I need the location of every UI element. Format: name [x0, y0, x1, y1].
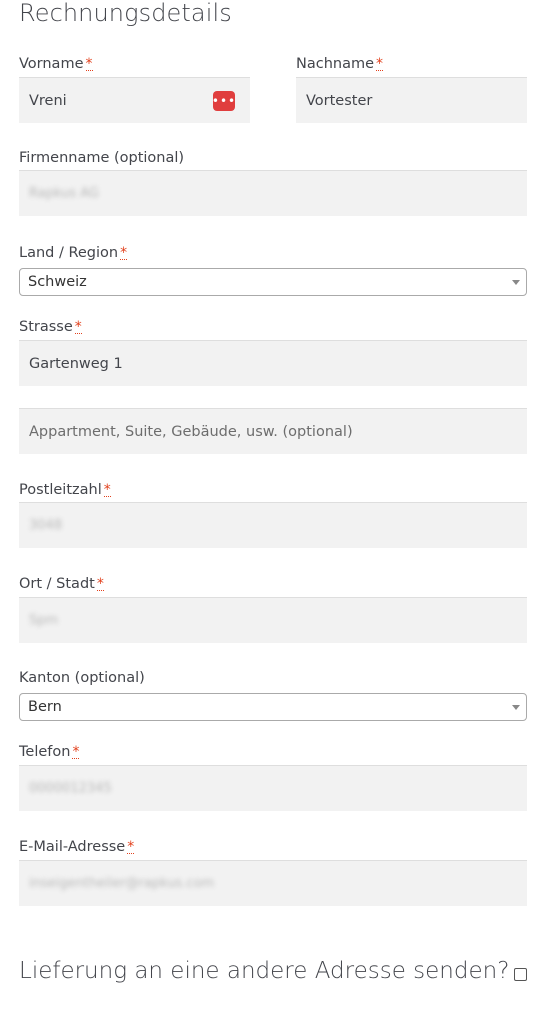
ship-to-different-address-checkbox[interactable]: [514, 968, 527, 981]
email-label-text: E-Mail-Adresse: [19, 839, 126, 855]
first-name-field[interactable]: Vreni •••: [19, 77, 250, 123]
state-label: Kanton (optional): [19, 670, 145, 686]
ship-to-different-address-label[interactable]: Lieferung an eine andere Adresse senden?: [19, 958, 509, 984]
street-field[interactable]: Gartenweg 1: [19, 340, 527, 386]
required-marker: *: [120, 245, 128, 261]
first-name-label-text: Vorname: [19, 56, 84, 72]
email-field[interactable]: inseigentheiler@rapkus.com: [19, 860, 527, 906]
country-select[interactable]: Schweiz: [19, 268, 527, 296]
email-label: E-Mail-Adresse *: [19, 838, 135, 856]
phone-field[interactable]: 0000012345: [19, 765, 527, 811]
street-line2-placeholder: Appartment, Suite, Gebäude, usw. (option…: [29, 423, 353, 440]
street-value: Gartenweg 1: [29, 355, 123, 372]
company-field[interactable]: Rapkus AG: [19, 170, 527, 216]
phone-value: 0000012345: [29, 781, 112, 796]
phone-label: Telefon *: [19, 743, 80, 761]
company-value: Rapkus AG: [29, 186, 99, 201]
required-marker: *: [127, 839, 135, 855]
chevron-down-icon: [512, 280, 520, 285]
required-marker: *: [74, 319, 82, 335]
country-label: Land / Region *: [19, 244, 128, 262]
city-field[interactable]: Spm: [19, 597, 527, 643]
state-value: Bern: [28, 699, 62, 715]
first-name-value: Vreni: [29, 92, 67, 109]
required-marker: *: [72, 744, 80, 760]
last-name-label: Nachname *: [296, 55, 384, 73]
first-name-label: Vorname *: [19, 55, 93, 73]
last-name-label-text: Nachname: [296, 56, 375, 72]
postcode-field[interactable]: 3048: [19, 502, 527, 548]
required-marker: *: [96, 576, 104, 592]
city-label-text: Ort / Stadt: [19, 576, 95, 592]
street-line2-field[interactable]: Appartment, Suite, Gebäude, usw. (option…: [19, 408, 527, 454]
street-label-text: Strasse: [19, 319, 73, 335]
country-label-text: Land / Region: [19, 245, 119, 261]
state-select[interactable]: Bern: [19, 693, 527, 721]
postcode-value: 3048: [29, 518, 63, 533]
city-label: Ort / Stadt *: [19, 575, 104, 593]
chevron-down-icon: [512, 705, 520, 710]
required-marker: *: [85, 56, 93, 72]
email-value: inseigentheiler@rapkus.com: [29, 876, 215, 891]
last-name-value: Vortester: [306, 92, 373, 109]
page-title: Rechnungsdetails: [19, 0, 232, 27]
city-value: Spm: [29, 613, 59, 628]
country-value: Schweiz: [28, 274, 87, 290]
company-label: Firmenname (optional): [19, 150, 185, 166]
postcode-label-text: Postleitzahl: [19, 482, 102, 498]
last-name-field[interactable]: Vortester: [296, 77, 527, 123]
password-manager-icon[interactable]: •••: [212, 91, 235, 111]
required-marker: *: [103, 482, 111, 498]
postcode-label: Postleitzahl *: [19, 481, 111, 499]
phone-label-text: Telefon: [19, 744, 71, 760]
street-label: Strasse *: [19, 318, 82, 336]
required-marker: *: [376, 56, 384, 72]
